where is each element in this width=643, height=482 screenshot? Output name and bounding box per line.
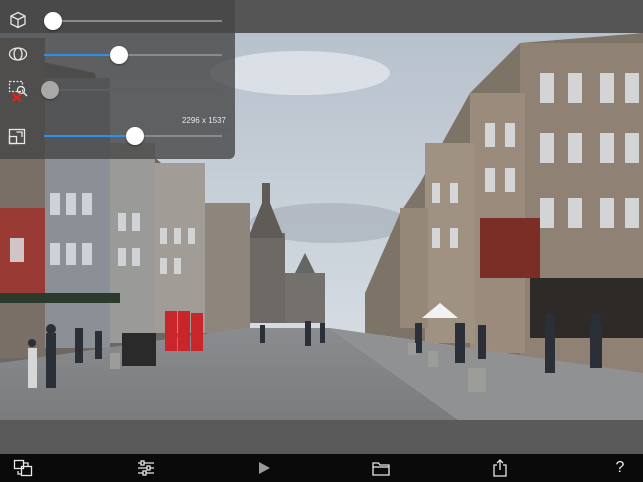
play-icon: [258, 462, 270, 474]
slider-fill: [44, 54, 119, 56]
slider-track: [41, 89, 221, 91]
help-label: ?: [615, 459, 625, 476]
bottom-toolbar: ?: [0, 454, 643, 482]
depth-slider[interactable]: [43, 11, 222, 31]
cylinder-icon: [8, 45, 28, 65]
open-folder-button[interactable]: [371, 458, 391, 478]
app-window: 2296 x 1537 ?: [0, 0, 643, 482]
zoom-slider[interactable]: [41, 80, 221, 100]
folder-icon: [372, 461, 390, 476]
crop-transform-button[interactable]: [13, 458, 33, 478]
zoom-disabled-icon: [8, 80, 28, 102]
slider-thumb[interactable]: [109, 46, 128, 64]
crop-transform-icon: [13, 459, 33, 477]
cube-icon: [9, 11, 29, 31]
adjustment-panel: 2296 x 1537: [0, 0, 235, 159]
resolution-label: 2296 x 1537: [181, 116, 226, 125]
help-button[interactable]: ?: [610, 458, 630, 478]
bottom-margin: [0, 420, 643, 454]
slider-thumb[interactable]: [125, 127, 144, 145]
adjustments-button[interactable]: [136, 458, 156, 478]
sliders-icon: [137, 460, 155, 476]
field-of-view-slider[interactable]: [44, 45, 222, 65]
slider-thumb[interactable]: [41, 81, 59, 99]
play-button[interactable]: [254, 458, 274, 478]
size-slider[interactable]: [44, 126, 222, 146]
frame-size-icon: [8, 128, 28, 148]
slider-thumb[interactable]: [43, 12, 62, 30]
share-icon: [492, 459, 508, 477]
slider-track: [44, 20, 222, 22]
slider-fill: [44, 135, 135, 137]
share-button[interactable]: [490, 458, 510, 478]
